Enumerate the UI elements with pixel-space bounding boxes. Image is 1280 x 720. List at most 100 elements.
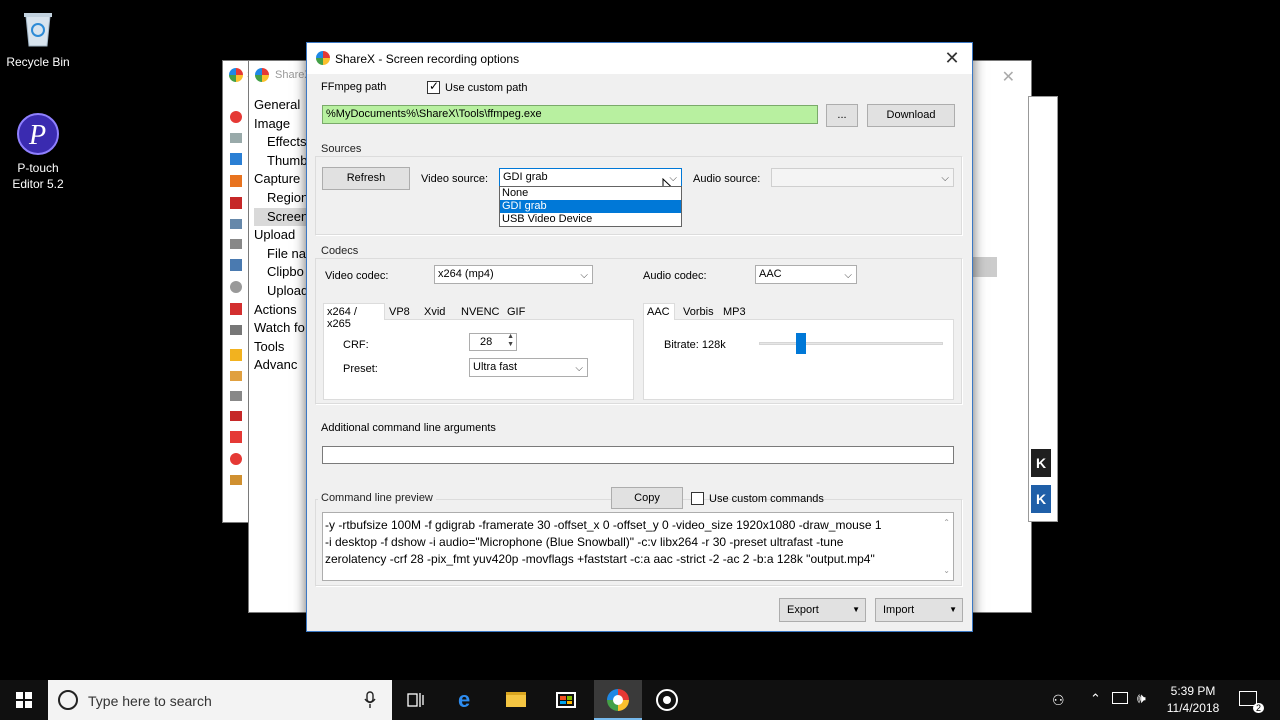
background-window-settings: ShareX General Image Effects Thumb Captu…: [248, 60, 312, 613]
dropdown-option-gdi-grab[interactable]: GDI grab: [500, 200, 681, 213]
taskbar-search-box[interactable]: Type here to search: [48, 680, 392, 720]
close-icon[interactable]: ✕: [1002, 67, 1015, 87]
audio-source-select[interactable]: ⌵: [771, 168, 954, 187]
tree-item-clipboard[interactable]: Clipbo: [254, 263, 308, 282]
network-icon[interactable]: [1112, 692, 1128, 704]
use-custom-commands-label: Use custom commands: [709, 493, 824, 505]
task-view-icon[interactable]: [392, 680, 440, 720]
video-codec-select[interactable]: x264 (mp4) ⌵: [434, 265, 593, 284]
command-line: -i desktop -f dshow -i audio="Microphone…: [325, 535, 844, 549]
heart-icon: [230, 453, 242, 465]
clock-time[interactable]: 5:39 PM: [1158, 684, 1228, 698]
use-custom-path-label: Use custom path: [445, 82, 528, 94]
tree-item-actions[interactable]: Actions: [254, 301, 308, 320]
audio-codec-tabpane: [643, 319, 954, 400]
tree-item-screen[interactable]: Screen: [254, 207, 309, 227]
crf-stepper[interactable]: 28 ▲ ▼: [469, 333, 517, 351]
tree-item-general[interactable]: General: [254, 96, 308, 115]
people-icon[interactable]: ⚇: [1052, 692, 1065, 709]
preset-select[interactable]: Ultra fast ⌵: [469, 358, 588, 377]
bitrate-label: Bitrate: 128k: [664, 339, 726, 351]
tab-vorbis[interactable]: Vorbis: [679, 303, 717, 320]
file-explorer-icon[interactable]: [492, 680, 540, 720]
microphone-icon[interactable]: [364, 691, 376, 709]
dialog-title: ShareX - Screen recording options: [335, 52, 520, 66]
tree-item-file-naming[interactable]: File na: [254, 245, 308, 264]
image-icon: [230, 371, 242, 381]
use-custom-commands-checkbox[interactable]: [691, 492, 704, 505]
obs-icon[interactable]: [644, 680, 692, 720]
scroll-down-icon[interactable]: ⌄: [943, 562, 950, 579]
upload-icon: [230, 153, 242, 165]
dropdown-option-none[interactable]: None: [500, 187, 681, 200]
export-button[interactable]: Export ▼: [779, 598, 866, 622]
dropdown-arrow-icon: ▼: [852, 605, 860, 614]
desktop-icon-ptouch[interactable]: P P-touch Editor 5.2: [0, 112, 76, 192]
audio-source-label: Audio source:: [693, 173, 761, 185]
ffmpeg-path-input[interactable]: %MyDocuments%\ShareX\Tools\ffmpeg.exe: [322, 105, 818, 124]
dropdown-arrow-icon: ▼: [949, 605, 957, 614]
chevron-down-icon: ⌵: [941, 173, 949, 184]
download-button[interactable]: Download: [867, 104, 955, 127]
tree-item-tools[interactable]: Tools: [254, 338, 308, 357]
volume-icon[interactable]: 🕪: [1137, 690, 1146, 707]
tree-item-thumbnail[interactable]: Thumb: [254, 152, 308, 171]
tree-item-watch-folders[interactable]: Watch fo: [254, 319, 308, 338]
bitrate-slider[interactable]: [759, 333, 943, 355]
chevron-up-icon[interactable]: ⌃: [1090, 691, 1101, 707]
notification-icon[interactable]: 2: [1239, 691, 1264, 713]
use-custom-path-checkbox[interactable]: ✓: [427, 79, 440, 94]
command-preview-textarea[interactable]: -y -rtbufsize 100M -f gdigrab -framerate…: [322, 512, 954, 581]
sharex-taskbar-icon[interactable]: [594, 680, 642, 720]
notification-badge: 2: [1252, 703, 1264, 713]
slider-thumb[interactable]: [796, 333, 806, 354]
desktop-icon-label: Recycle Bin: [6, 55, 70, 69]
taskbar: Type here to search e ⚇ ⌃ 🕪 5:39 PM 11/4…: [0, 680, 1280, 720]
x-button[interactable]: K: [1031, 485, 1051, 513]
desktop-icon-recycle-bin[interactable]: Recycle Bin: [0, 6, 76, 70]
tab-mp3[interactable]: MP3: [719, 303, 749, 320]
tree-item-capture[interactable]: Capture: [254, 170, 308, 189]
browse-button[interactable]: ...: [826, 104, 858, 127]
chevron-down-icon: ⌵: [580, 270, 588, 281]
scroll-up-icon[interactable]: ⌃: [943, 514, 950, 531]
close-icon[interactable]: ✕: [942, 48, 962, 69]
additional-args-input[interactable]: [322, 446, 954, 464]
destination-icon: [230, 259, 242, 271]
audio-codec-select[interactable]: AAC ⌵: [755, 265, 857, 284]
edge-icon[interactable]: e: [444, 680, 492, 720]
history-icon: [230, 219, 242, 229]
svg-text:P: P: [28, 120, 46, 151]
tab-gif[interactable]: GIF: [503, 303, 531, 320]
x-button[interactable]: K: [1031, 449, 1051, 477]
tree-item-advanced[interactable]: Advanc: [254, 356, 308, 375]
tab-x264[interactable]: x264 / x265: [323, 303, 385, 330]
start-button[interactable]: [0, 680, 48, 720]
tab-aac[interactable]: AAC: [643, 303, 675, 320]
codecs-label: Codecs: [318, 245, 362, 257]
tree-item-uploader[interactable]: Upload: [254, 282, 308, 301]
crf-label: CRF:: [343, 339, 369, 351]
refresh-button[interactable]: Refresh: [322, 167, 410, 190]
box-icon: [230, 475, 242, 485]
tree-item-upload[interactable]: Upload: [254, 226, 308, 245]
video-source-select[interactable]: GDI grab ⌵: [499, 168, 682, 187]
tree-item-region[interactable]: Region: [254, 189, 308, 208]
clock-date[interactable]: 11/4/2018: [1158, 701, 1228, 715]
video-codec-label: Video codec:: [325, 270, 389, 282]
import-button[interactable]: Import ▼: [875, 598, 963, 622]
tab-vp8[interactable]: VP8: [385, 303, 415, 320]
tab-xvid[interactable]: Xvid: [420, 303, 452, 320]
tab-nvenc[interactable]: NVENC: [457, 303, 501, 320]
store-icon[interactable]: [542, 680, 590, 720]
ffmpeg-path-label: FFmpeg path: [321, 81, 387, 93]
dialog-titlebar[interactable]: ShareX - Screen recording options ✕: [307, 43, 972, 74]
stepper-arrows-icon[interactable]: ▲ ▼: [507, 333, 514, 349]
tree-item-image[interactable]: Image: [254, 115, 308, 134]
copy-button[interactable]: Copy: [611, 487, 683, 509]
tree-item-effects[interactable]: Effects: [254, 133, 308, 152]
screen-recording-dialog: ShareX - Screen recording options ✕ FFmp…: [306, 42, 973, 632]
dropdown-option-usb-video-device[interactable]: USB Video Device: [500, 213, 681, 226]
audio-codec-label: Audio codec:: [643, 270, 707, 282]
sharex-icon: [229, 68, 243, 82]
